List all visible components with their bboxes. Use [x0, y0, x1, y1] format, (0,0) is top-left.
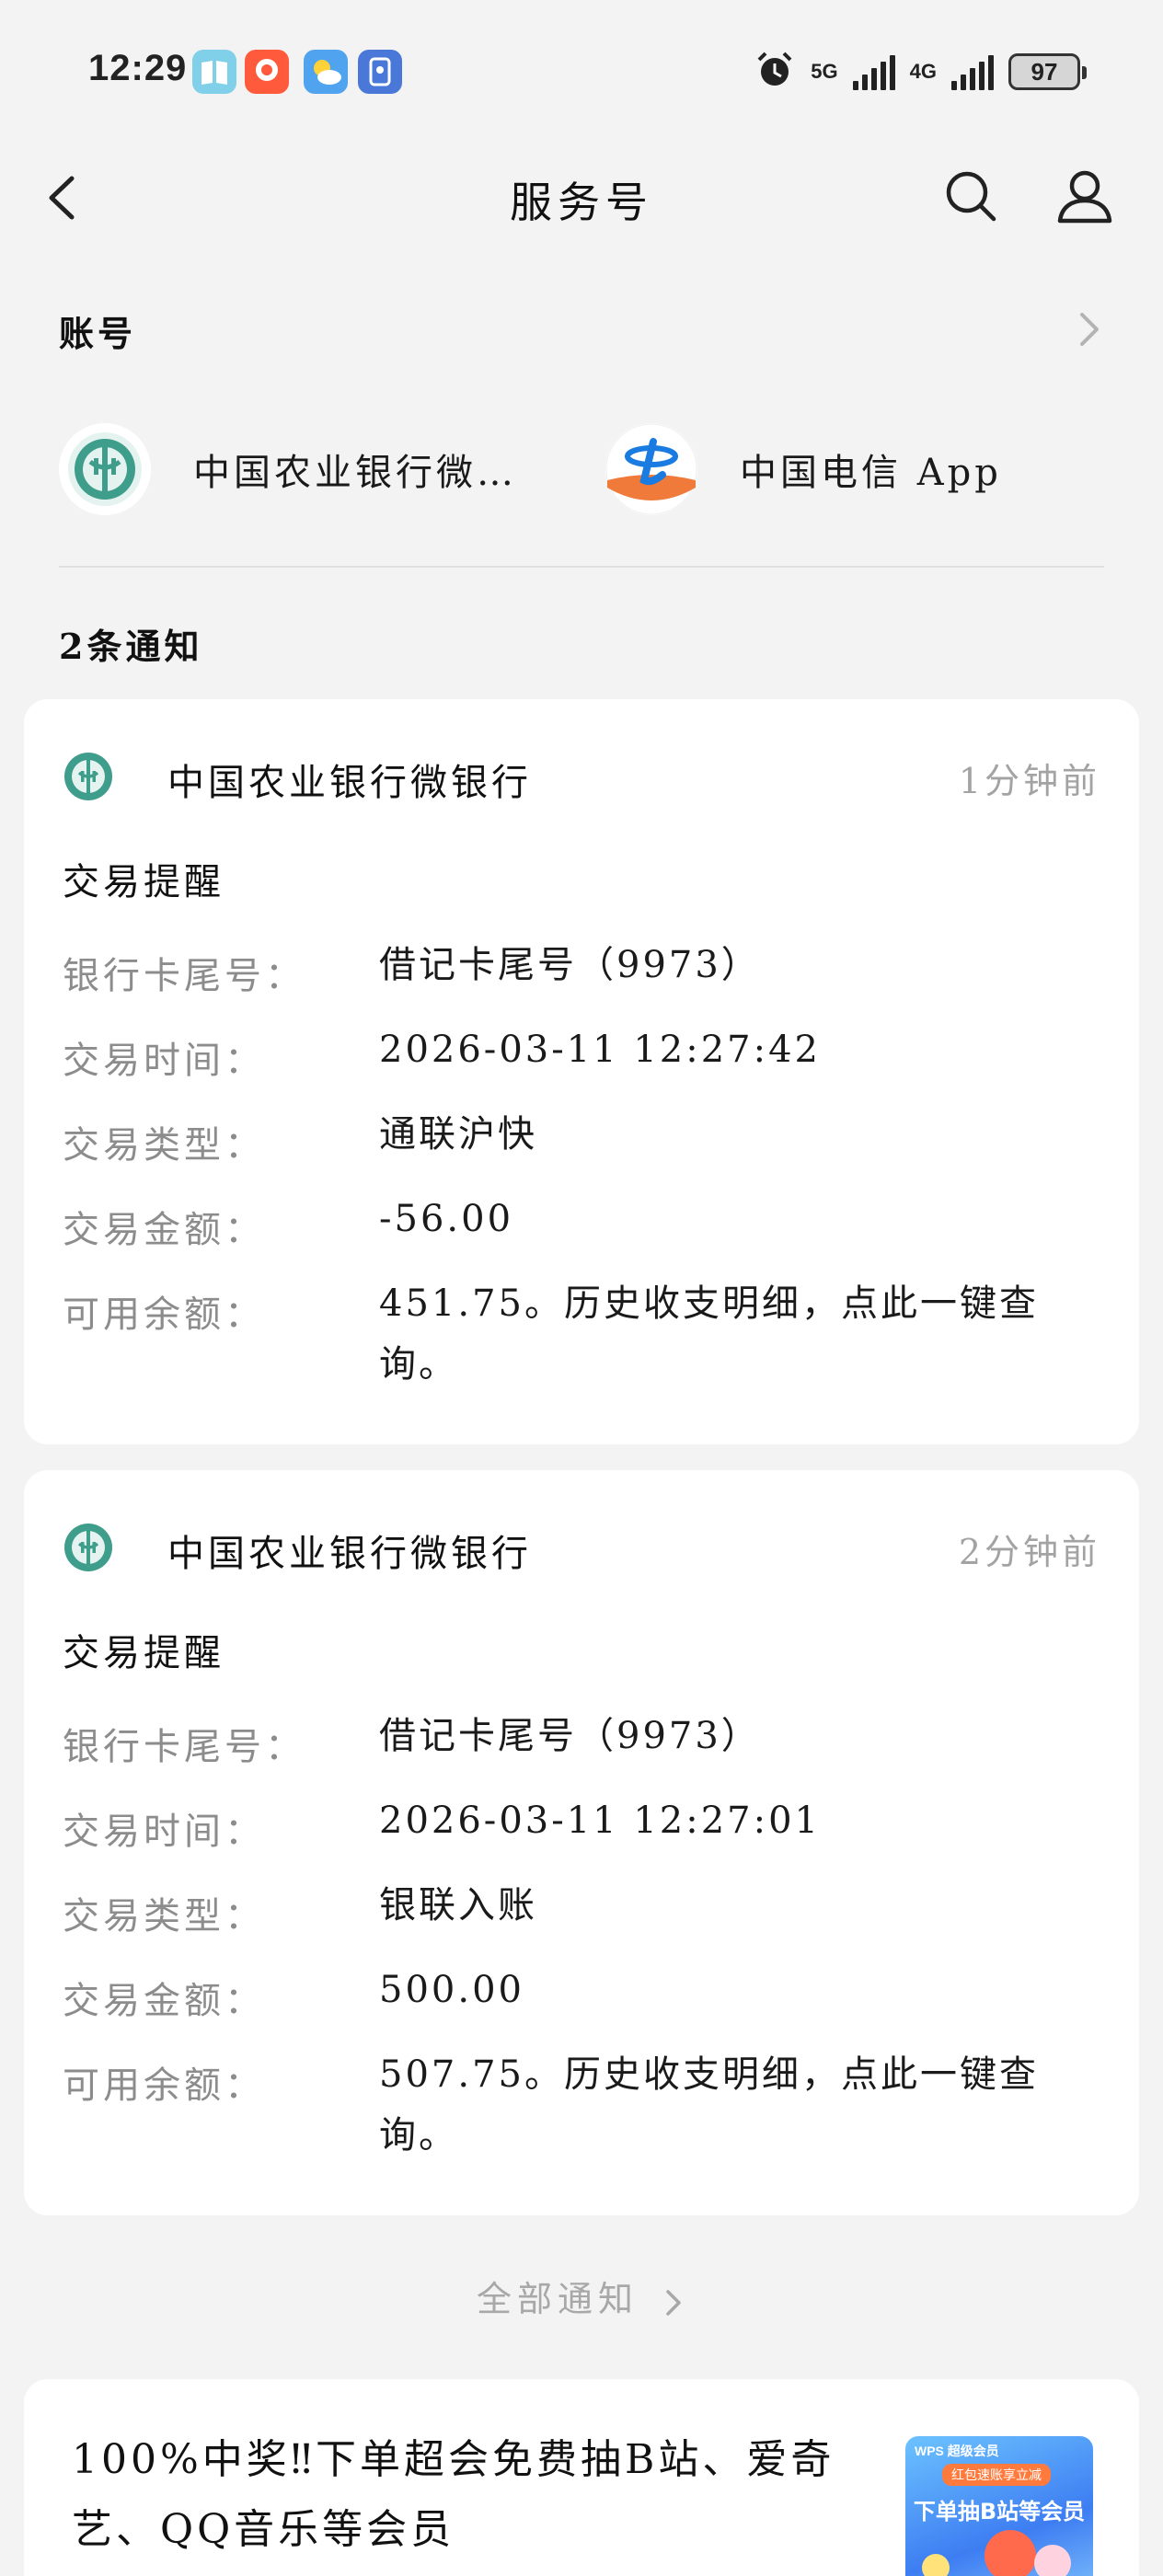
section-divider [59, 566, 1104, 568]
promo-text: 100%中奖‼下单超会免费抽B站、爱奇艺、QQ音乐等会员 [72, 2436, 835, 2553]
promo-decoration [1034, 2545, 1071, 2576]
status-time: 12:29 [88, 48, 188, 88]
notification-card[interactable]: 中国农业银行微银行 1分钟前 交易提醒 银行卡尾号： 借记卡尾号（9973） 交… [24, 699, 1139, 1444]
reader-app-icon [192, 50, 236, 94]
promo-decoration [985, 2530, 1036, 2576]
card-header: 中国农业银行微银行 2分钟前 [63, 1518, 1100, 1577]
field-value-type: 银联入账 [379, 1884, 537, 1926]
card-timestamp: 2分钟前 [958, 1532, 1100, 1572]
notification-card[interactable]: 中国农业银行微银行 2分钟前 交易提醒 银行卡尾号： 借记卡尾号（9973） 交… [24, 1470, 1139, 2215]
weather-app-icon [304, 50, 348, 94]
card-timestamp: 1分钟前 [958, 761, 1100, 801]
field-label-balance: 可用余额： [63, 1294, 265, 1336]
field-label-time: 交易时间： [63, 1040, 265, 1082]
security-app-icon [358, 50, 402, 94]
field-label-card-tail: 银行卡尾号： [63, 1726, 305, 1768]
field-label-type: 交易类型： [63, 1895, 265, 1938]
alarm-icon [754, 49, 796, 95]
signal-5g-icon [852, 53, 895, 90]
field-value-card-tail: 借记卡尾号（9973） [379, 944, 761, 986]
all-notifications-label: 全部通知 [476, 2279, 639, 2319]
card-subject: 交易提醒 [63, 861, 225, 903]
search-button[interactable] [938, 164, 1003, 228]
promo-card[interactable]: 100%中奖‼下单超会免费抽B站、爱奇艺、QQ音乐等会员 WPS 超级会员 红包… [24, 2379, 1139, 2576]
card-sender: 中国农业银行微银行 [167, 762, 532, 804]
promo-image-headline: 下单抽B站等会员 [913, 2499, 1086, 2524]
field-label-time: 交易时间： [63, 1811, 265, 1853]
promo-image-pill: 红包速账享立减 [942, 2464, 1051, 2486]
chevron-right-icon [666, 2289, 681, 2316]
search-icon [946, 171, 996, 222]
notifications-count: 2条通知 [59, 626, 203, 667]
field-value-balance-link[interactable]: 451.75。历史收支明细，点此一键查询。 [379, 1273, 1097, 1395]
status-bar: 12:29 5G 4G 97 [0, 0, 1163, 147]
account-name: 中国农业银行微… [193, 452, 517, 494]
abc-bank-logo-icon [64, 1524, 112, 1571]
battery-icon: 97 [1008, 53, 1087, 90]
promo-image: WPS 超级会员 红包速账享立减 下单抽B站等会员 [905, 2436, 1093, 2576]
card-sender: 中国农业银行微银行 [167, 1533, 532, 1575]
status-indicators: 5G 4G 97 [754, 44, 1087, 99]
field-label-balance: 可用余额： [63, 2064, 265, 2107]
account-name: 中国电信 App [740, 452, 1002, 494]
field-value-card-tail: 借记卡尾号（9973） [379, 1715, 761, 1757]
profile-button[interactable] [1053, 164, 1117, 228]
field-label-type: 交易类型： [63, 1124, 265, 1167]
promo-decoration [922, 2554, 950, 2576]
promo-image-tag: WPS 超级会员 [915, 2444, 999, 2458]
field-value-amount: -56.00 [379, 1198, 514, 1240]
field-value-balance-link[interactable]: 507.75。历史收支明细，点此一键查询。 [379, 2044, 1097, 2166]
abc-bank-logo-icon [59, 423, 151, 515]
signal-4g-icon [951, 53, 994, 90]
field-value-time: 2026-03-11 12:27:42 [379, 1029, 821, 1071]
taobao-app-icon [245, 50, 289, 94]
accounts-more-button[interactable] [1071, 304, 1108, 355]
all-notifications-link[interactable]: 全部通知 [0, 2271, 1163, 2321]
field-value-type: 通联沪快 [379, 1113, 537, 1156]
field-label-amount: 交易金额： [63, 1209, 265, 1251]
abc-bank-logo-icon [64, 753, 112, 800]
network-4g-label: 4G [909, 60, 937, 83]
card-header: 中国农业银行微银行 1分钟前 [63, 747, 1100, 806]
battery-level: 97 [1031, 57, 1058, 86]
user-icon [1057, 170, 1112, 224]
field-label-amount: 交易金额： [63, 1980, 265, 2022]
account-item-telecom[interactable]: 中国电信 App [605, 420, 1002, 519]
field-value-amount: 500.00 [379, 1969, 524, 2011]
network-5g-label: 5G [811, 60, 838, 83]
top-bar: 服务号 [0, 147, 1163, 248]
china-telecom-logo-icon [605, 423, 697, 515]
chevron-right-icon [1080, 313, 1099, 346]
accounts-section-title: 账号 [59, 313, 137, 354]
account-item-abc[interactable]: 中国农业银行微… [59, 420, 517, 519]
field-value-time: 2026-03-11 12:27:01 [379, 1800, 821, 1842]
card-subject: 交易提醒 [63, 1632, 225, 1674]
field-label-card-tail: 银行卡尾号： [63, 955, 305, 997]
